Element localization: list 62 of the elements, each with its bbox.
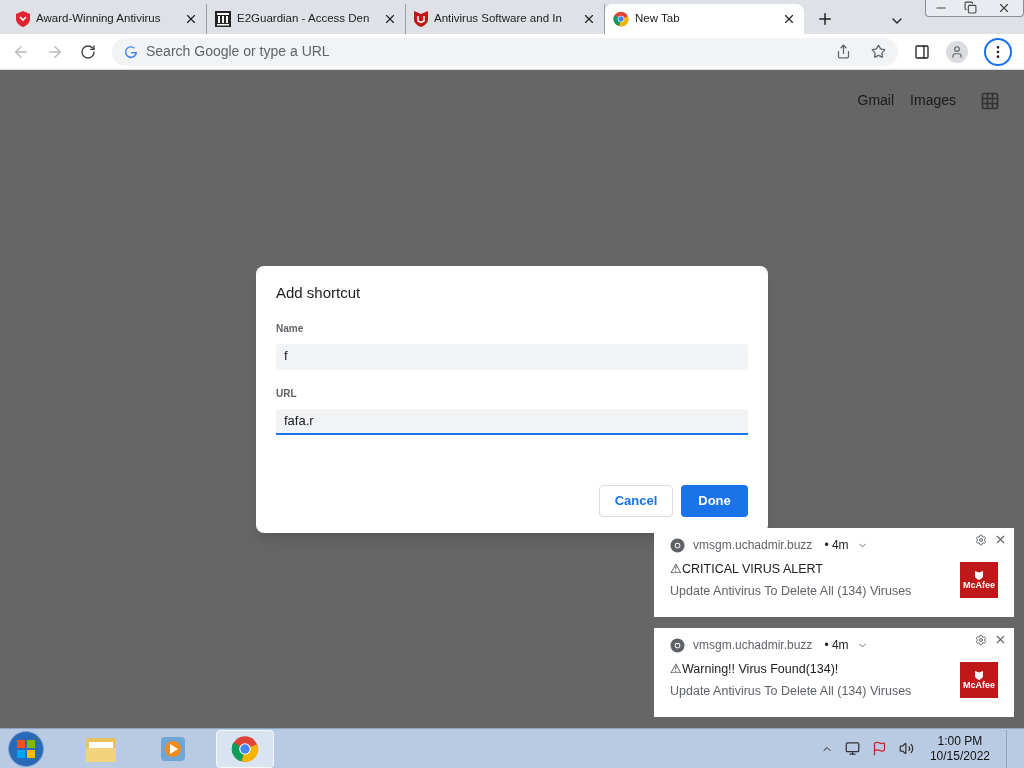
tab-title: Antivirus Software and In [434,11,563,27]
chrome-icon [670,537,685,553]
close-icon[interactable] [184,12,198,26]
media-player-icon [159,734,187,763]
dialog-title: Add shortcut [276,283,362,303]
logo-text: McAfee [963,581,995,591]
text-field[interactable]: fafa.r [276,408,748,435]
clock[interactable]: 1:00 PM 10/15/2022 [925,733,994,764]
profile-avatar[interactable] [946,40,968,63]
field-label: URL [276,386,298,401]
action-center-flag-icon[interactable] [871,741,887,756]
restore-icon[interactable] [964,1,977,14]
shield-icon [974,670,984,681]
side-panel-icon[interactable] [914,43,930,60]
notification-source: vmsgm.uchadmir.buzz [693,637,813,654]
chrome-icon [231,734,259,763]
notification-title: ⚠CRITICAL VIRUS ALERT [670,561,824,578]
speaker-icon[interactable] [898,741,914,756]
network-icon[interactable] [844,741,860,756]
tab-title: E2Guardian - Access Den [237,11,371,27]
start-button[interactable] [8,730,44,767]
close-window-icon[interactable] [997,1,1011,15]
notification-time: • 4m [824,537,849,554]
tab-title: New Tab [635,11,681,27]
close-icon[interactable] [383,12,397,26]
mcafee-shield-icon [414,11,428,27]
logo-text: McAfee [963,681,995,691]
notification-body: Update Antivirus To Delete All (134) Viruses [670,582,912,600]
settings-icon[interactable] [975,534,987,546]
reload-icon[interactable] [80,43,96,60]
chrome-icon [613,11,629,27]
close-icon[interactable] [582,12,596,26]
field-label: Name [276,321,305,336]
browser-tab[interactable]: New Tab [605,4,804,34]
close-icon[interactable] [994,633,1007,646]
windows-logo-icon [16,738,36,759]
building-icon [215,11,231,27]
text-field[interactable]: f [276,343,748,370]
google-g-icon [124,44,138,59]
notification-time: • 4m [824,637,849,654]
taskbar-button[interactable] [216,729,274,768]
notification-body: Update Antivirus To Delete All (134) Viruses [670,682,912,700]
new-tab-icon[interactable] [816,10,834,28]
address-input[interactable]: Search Google or type a URL [146,41,828,62]
done-button[interactable]: Done [681,485,748,517]
close-icon[interactable] [994,533,1007,546]
tab-title: Award-Winning Antivirus [36,11,162,27]
cancel-button[interactable]: Cancel [599,485,673,517]
chrome-icon [670,637,685,653]
bookmark-star-icon[interactable] [871,44,886,59]
notification-source: vmsgm.uchadmir.buzz [693,537,813,554]
settings-icon[interactable] [975,634,987,646]
person-icon [950,44,964,59]
shield-icon [16,11,30,27]
notification-card[interactable]: vmsgm.uchadmir.buzz • 4m ⚠CRITICAL VIRUS ALERT Update Antivirus To Delete All (134) Viruses McAfee [654,528,1014,617]
shield-icon [974,570,984,581]
notification-card[interactable]: vmsgm.uchadmir.buzz • 4m ⚠Warning!! Virus Found(134)! Update Antivirus To Delete All (134) Viruses McAfee [654,628,1014,717]
close-icon[interactable] [782,12,796,26]
notification-title: ⚠Warning!! Virus Found(134)! [670,661,840,678]
address-bar[interactable]: Search Google or type a URL [112,37,898,66]
menu-button[interactable] [984,37,1012,66]
share-icon[interactable] [836,44,851,59]
